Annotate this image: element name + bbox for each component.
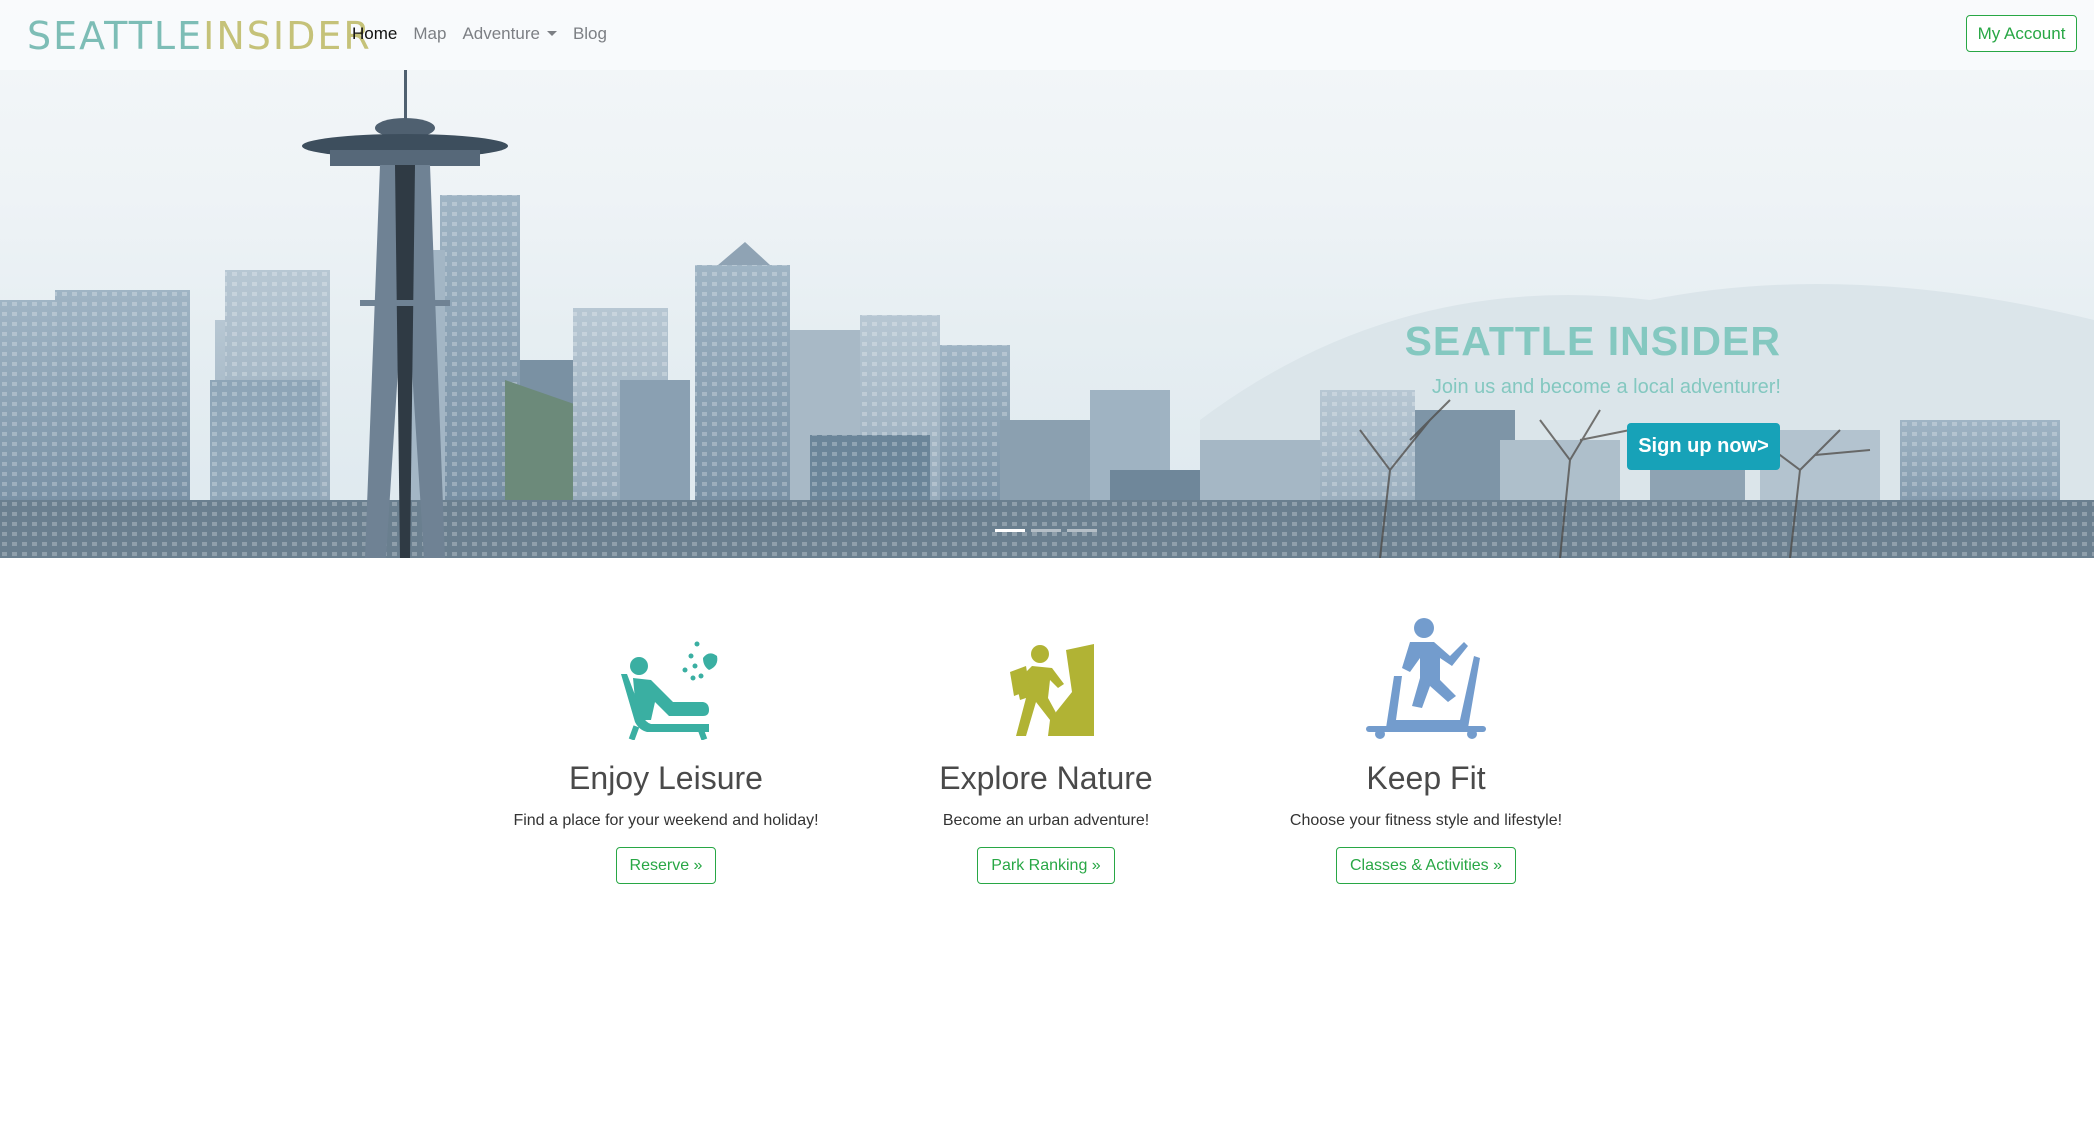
park-ranking-button[interactable]: Park Ranking »	[977, 847, 1115, 884]
carousel-indicator-1[interactable]	[995, 529, 1025, 532]
nav-link-adventure-label: Adventure	[462, 24, 540, 43]
brand-part1: SEATTLE	[27, 14, 204, 58]
reserve-button[interactable]: Reserve »	[615, 847, 717, 884]
brand-logo[interactable]: SEATTLEINSIDER	[27, 14, 372, 58]
seattle-skyline-image	[0, 70, 2094, 558]
treadmill-icon	[1366, 618, 1486, 739]
nav-link-map[interactable]: Map	[413, 24, 446, 44]
carousel-indicator-2[interactable]	[1031, 529, 1061, 532]
my-account-button[interactable]: My Account	[1966, 15, 2077, 52]
carousel-indicators	[995, 529, 1097, 532]
classes-activities-button[interactable]: Classes & Activities »	[1335, 847, 1517, 884]
hero-title: SEATTLE INSIDER	[1404, 318, 1781, 364]
feature-title: Enjoy Leisure	[569, 760, 763, 796]
feature-explore-nature: Explore Nature Become an urban adventure…	[856, 620, 1236, 884]
feature-description: Find a place for your weekend and holida…	[513, 812, 819, 829]
feature-title: Explore Nature	[939, 760, 1153, 796]
hero-subtitle: Join us and become a local adventurer!	[1431, 376, 1781, 398]
chevron-down-icon	[546, 31, 557, 36]
feature-enjoy-leisure: Enjoy Leisure Find a place for your week…	[476, 620, 856, 884]
brand-part2: INSIDER	[203, 14, 372, 58]
hero-carousel: SEATTLE INSIDER Join us and become a loc…	[0, 0, 2094, 558]
feature-description: Choose your fitness style and lifestyle!	[1289, 812, 1563, 829]
nav-link-adventure[interactable]: Adventure	[462, 24, 557, 44]
feature-description: Become an urban adventure!	[942, 812, 1150, 829]
lounge-chair-icon	[621, 641, 718, 740]
nav-links: Home Map Adventure Blog	[352, 24, 623, 44]
carousel-indicator-3[interactable]	[1067, 529, 1097, 532]
feature-keep-fit: Keep Fit Choose your fitness style and l…	[1236, 618, 1616, 884]
hiker-icon	[1010, 644, 1094, 736]
nav-link-blog[interactable]: Blog	[573, 24, 607, 44]
sign-up-button[interactable]: Sign up now>	[1627, 423, 1780, 470]
nav-link-home[interactable]: Home	[352, 24, 397, 44]
feature-title: Keep Fit	[1366, 760, 1486, 796]
navbar: SEATTLEINSIDER Home Map Adventure Blog M…	[0, 0, 2094, 70]
